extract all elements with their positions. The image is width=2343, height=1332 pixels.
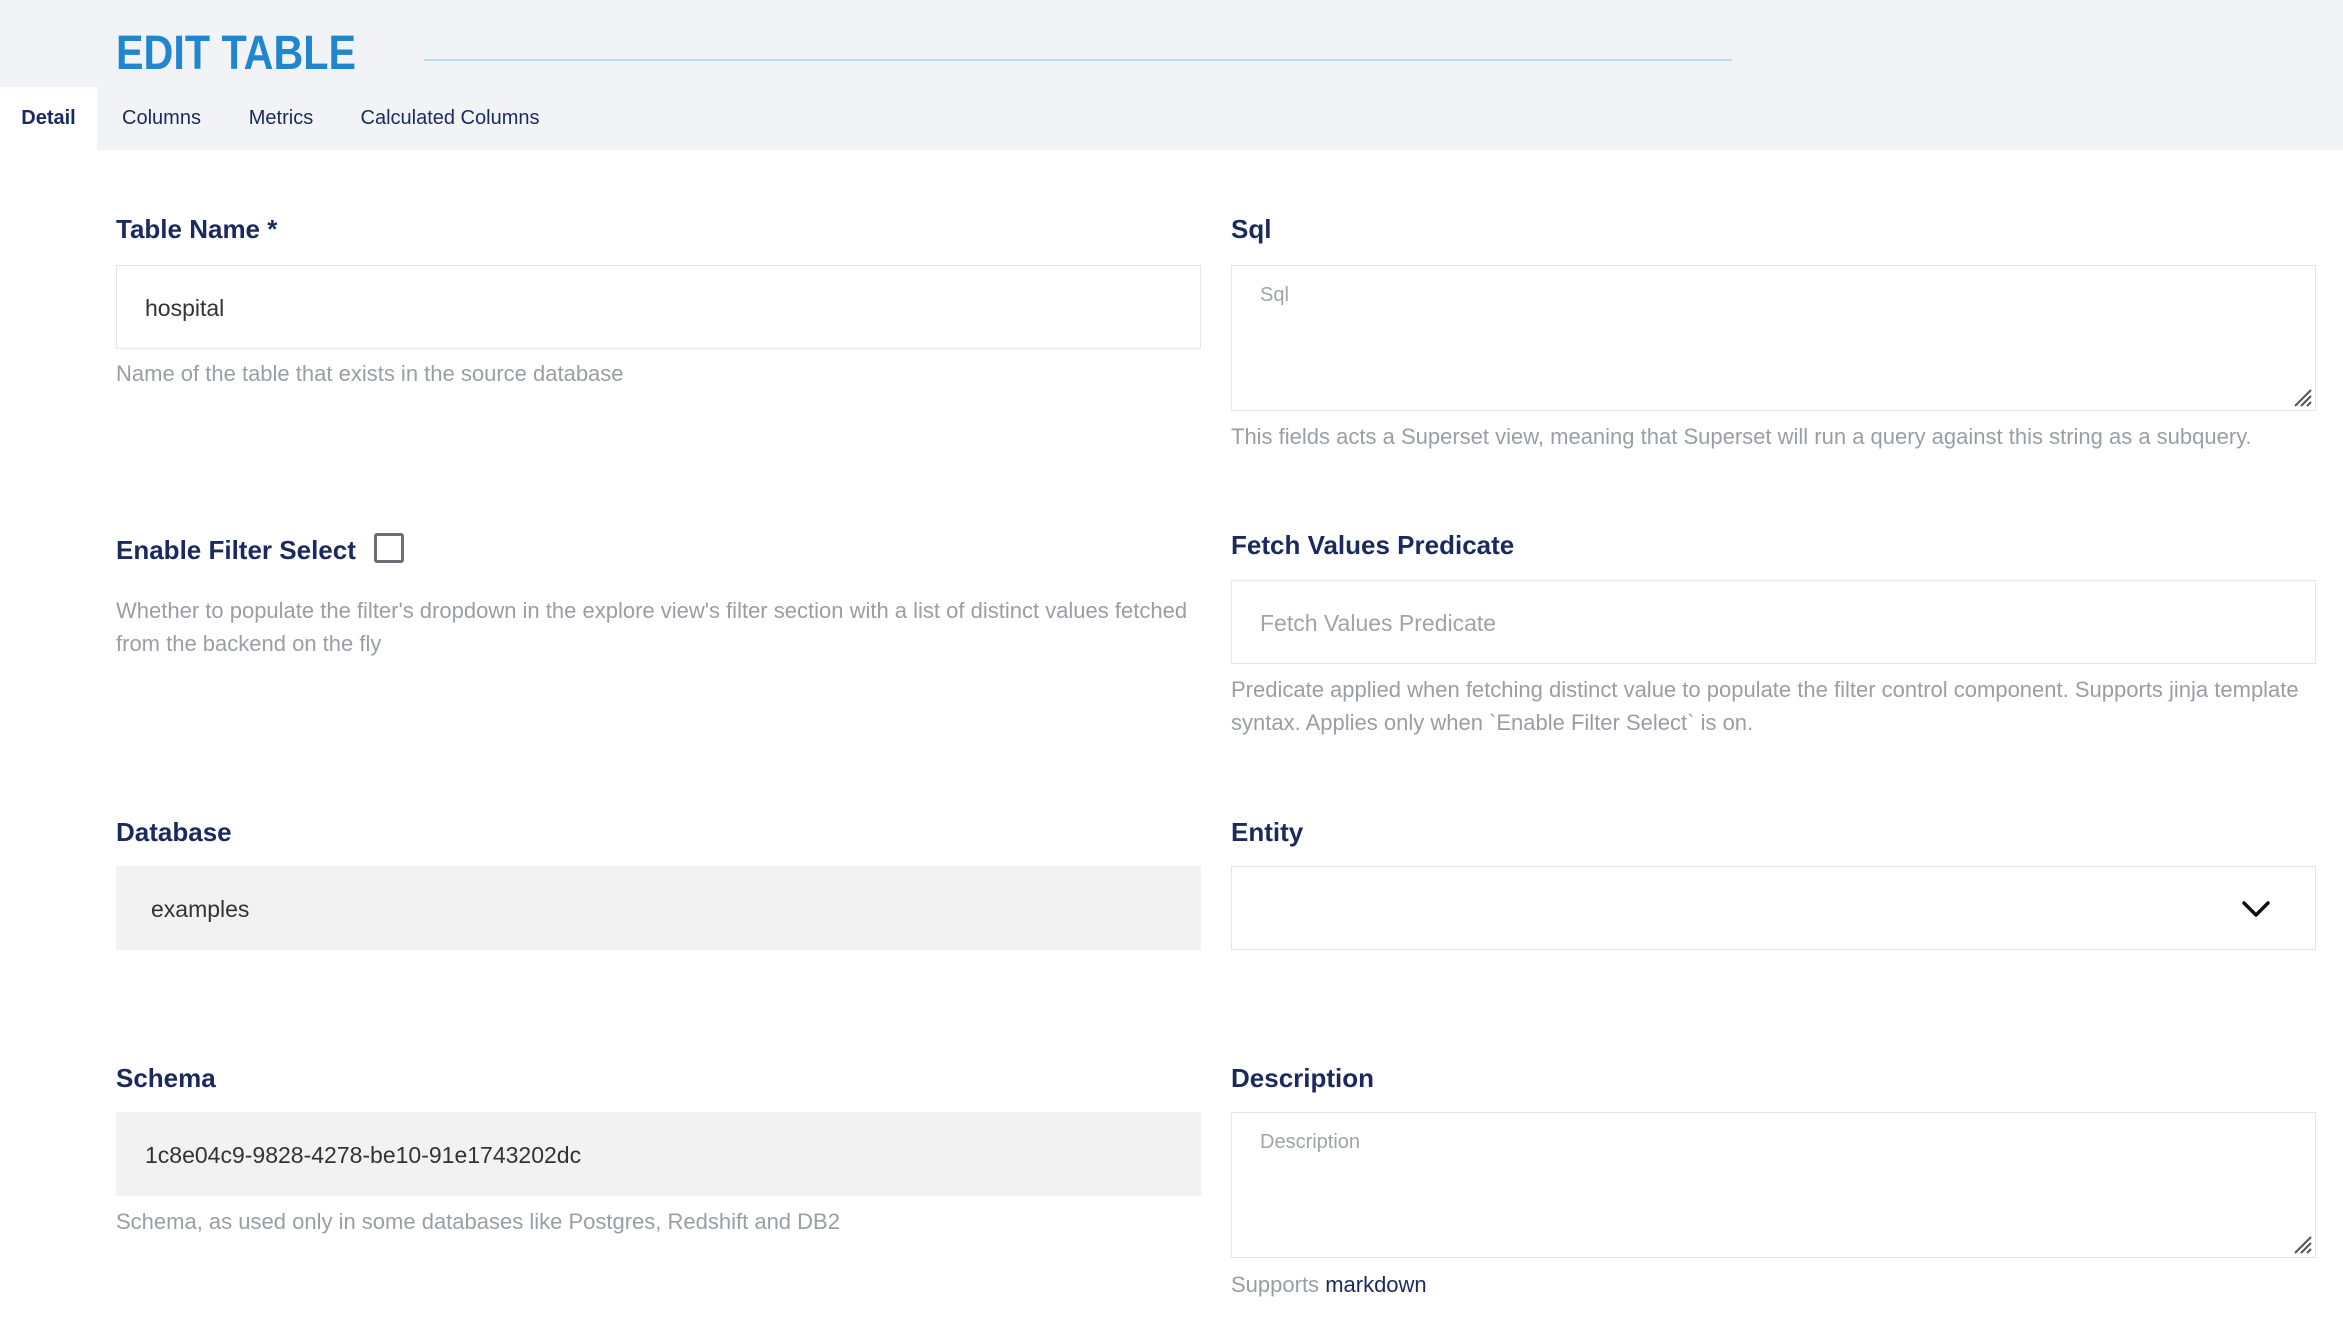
entity-label: Entity	[1231, 817, 1304, 847]
sql-placeholder: Sql	[1260, 284, 1289, 306]
schema-field: 1c8e04c9-9828-4278-be10-91e1743202dc	[116, 1112, 1201, 1196]
fetch-values-predicate-label: Fetch Values Predicate	[1231, 530, 1515, 560]
sql-textarea[interactable]: Sql	[1231, 265, 2316, 411]
title-divider	[424, 59, 1732, 61]
description-label: Description	[1231, 1063, 1375, 1093]
description-placeholder: Description	[1260, 1131, 1361, 1153]
database-label: Database	[116, 817, 232, 847]
table-name-label: Table Name *	[116, 214, 278, 244]
sql-help: This fields acts a Superset view, meanin…	[1231, 424, 2252, 449]
table-name-input[interactable]: hospital	[116, 265, 1201, 349]
schema-value: 1c8e04c9-9828-4278-be10-91e1743202dc	[145, 1142, 582, 1168]
database-value: examples	[151, 896, 250, 922]
resize-grip-icon[interactable]	[2291, 386, 2313, 408]
fetch-values-predicate-input[interactable]: Fetch Values Predicate	[1231, 580, 2316, 664]
chevron-down-icon[interactable]	[2241, 900, 2271, 918]
resize-grip-icon[interactable]	[2291, 1233, 2313, 1255]
table-name-value: hospital	[145, 295, 225, 321]
schema-label: Schema	[116, 1063, 216, 1093]
sql-label: Sql	[1231, 214, 1272, 244]
schema-help: Schema, as used only in some databases l…	[116, 1209, 840, 1234]
tab-columns[interactable]: Columns	[97, 87, 226, 150]
enable-filter-select-label: Enable Filter Select	[116, 535, 356, 565]
enable-filter-select-checkbox[interactable]	[374, 533, 404, 563]
description-textarea[interactable]: Description	[1231, 1112, 2316, 1258]
table-name-help: Name of the table that exists in the sou…	[116, 361, 624, 386]
fetch-values-predicate-placeholder: Fetch Values Predicate	[1260, 610, 1497, 636]
page-title: EDIT TABLE	[116, 27, 357, 80]
fetch-values-predicate-help: Predicate applied when fetching distinct…	[1231, 677, 2299, 735]
tab-detail[interactable]: Detail	[0, 87, 97, 150]
description-help-prefix: Supports	[1231, 1272, 1320, 1297]
tab-calculated-columns[interactable]: Calculated Columns	[336, 87, 564, 150]
page-header: EDIT TABLE Detail Columns Metrics Calcul…	[0, 0, 2343, 150]
enable-filter-select-help: Whether to populate the filter's dropdow…	[116, 598, 1188, 656]
tab-metrics[interactable]: Metrics	[226, 87, 336, 150]
description-help: Supports markdown	[1231, 1268, 1427, 1301]
database-field: examples	[116, 866, 1201, 950]
entity-select[interactable]	[1231, 866, 2316, 950]
markdown-link[interactable]: markdown	[1325, 1272, 1426, 1297]
